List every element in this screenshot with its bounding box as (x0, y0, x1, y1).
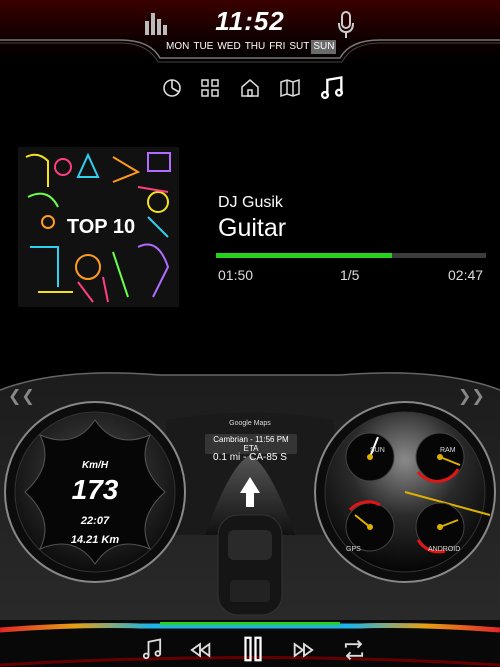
music-icon[interactable] (318, 74, 346, 102)
day-sun: SUN (311, 40, 337, 54)
grid-icon[interactable] (198, 76, 222, 100)
home-icon[interactable] (238, 76, 262, 100)
day-thu: THU (244, 41, 266, 52)
progress-bar[interactable] (216, 253, 486, 258)
pie-chart-icon[interactable] (160, 76, 184, 100)
speed-unit: Km/H (81, 460, 109, 471)
next-turn-label: 0.1 mi - CA-85 S (213, 452, 287, 463)
gauge-label-gps: GPS (346, 546, 361, 553)
clock-time: 11:52 (215, 6, 285, 36)
equalizer-icon[interactable] (145, 13, 169, 35)
svg-text:❮❮: ❮❮ (8, 386, 35, 405)
day-mon: MON (166, 41, 190, 52)
gauge-label-sun: SUN (370, 447, 385, 454)
pause-icon[interactable] (238, 634, 268, 664)
trip-time: 22:07 (80, 515, 110, 527)
repeat-icon[interactable] (340, 636, 368, 664)
gauge-label-ram: RAM (440, 447, 456, 454)
microphone-icon[interactable] (337, 11, 355, 39)
album-art[interactable]: TOP 10 (18, 147, 179, 307)
music-note-icon[interactable] (138, 636, 166, 664)
day-fri: FRI (269, 41, 286, 52)
artist-name: DJ Gusik (218, 194, 283, 211)
fast-forward-icon[interactable] (290, 636, 318, 664)
album-art-text: TOP 10 (67, 216, 135, 238)
day-wed: WED (217, 41, 241, 52)
rewind-icon[interactable] (186, 636, 214, 664)
map-icon[interactable] (278, 76, 302, 100)
eta-label: Cambrian - 11:56 PM ETA (205, 434, 297, 454)
weekday-strip: MON TUE WED THU FRI SUT SUN (164, 40, 337, 54)
total-time: 02:47 (448, 267, 484, 283)
svg-text:❯❯: ❯❯ (458, 386, 485, 405)
speed-value: 173 (71, 474, 119, 505)
gauge-label-android: ANDROID (428, 546, 461, 553)
track-index: 1/5 (340, 267, 360, 283)
progress-bar-fill (216, 253, 392, 258)
maps-app-title: Google Maps (229, 420, 271, 427)
trip-distance: 14.21 Km (70, 534, 120, 546)
song-title: Guitar (218, 214, 287, 242)
album-art-image: TOP 10 (18, 147, 179, 307)
day-sut: SUT (289, 41, 310, 52)
day-tue: TUE (193, 41, 214, 52)
current-time: 01:50 (218, 267, 254, 283)
